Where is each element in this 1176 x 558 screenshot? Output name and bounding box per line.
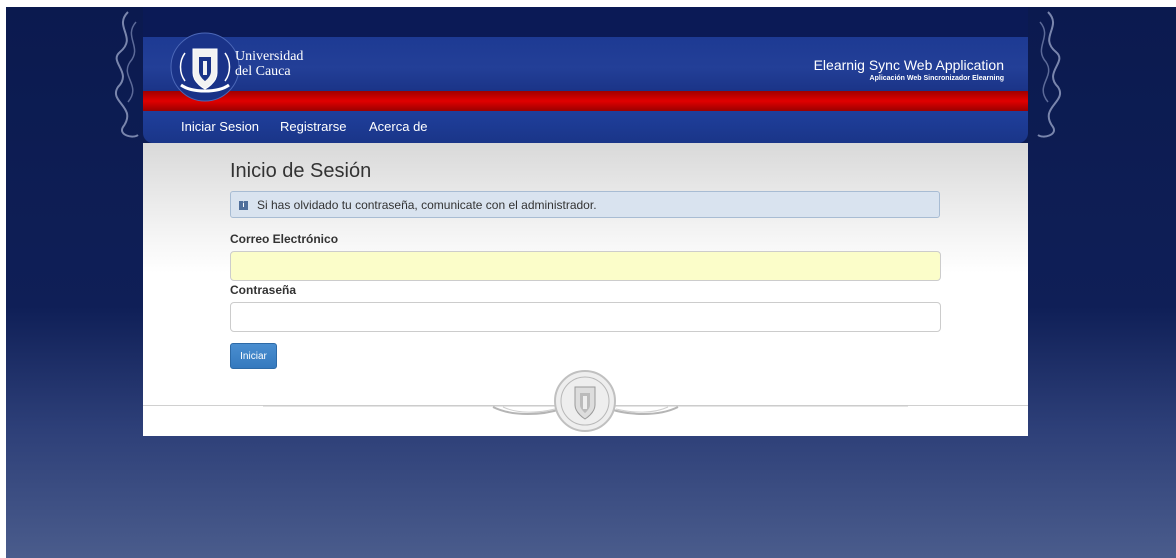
nav-acerca-de[interactable]: Acerca de <box>369 119 428 134</box>
university-name-line1: Universidad <box>235 49 304 64</box>
footer-left-wing-icon <box>263 405 563 415</box>
page-title: Inicio de Sesión <box>230 160 372 182</box>
app-subtitle: Aplicación Web Sincronizador Elearning <box>869 75 1004 82</box>
footer-right-wing-icon <box>608 405 908 415</box>
login-button[interactable]: Iniciar <box>230 343 277 369</box>
email-field[interactable] <box>230 251 941 281</box>
nav-iniciar-sesion[interactable]: Iniciar Sesion <box>181 119 259 134</box>
right-ornament-icon <box>1037 11 1061 138</box>
navbar: Iniciar Sesion Registrarse Acerca de <box>143 111 1028 143</box>
red-band <box>143 91 1028 111</box>
info-icon: i <box>239 201 248 210</box>
page-container: Universidad del Cauca Elearnig Sync Web … <box>143 7 1028 436</box>
password-field[interactable] <box>230 302 941 332</box>
login-content: Inicio de Sesión i Si has olvidado tu co… <box>143 143 1028 436</box>
university-seal-icon <box>554 370 616 432</box>
password-label: Contraseña <box>230 283 297 297</box>
left-ornament-icon <box>115 11 139 138</box>
university-name-line2: del Cauca <box>235 64 291 79</box>
nav-registrarse[interactable]: Registrarse <box>280 119 346 134</box>
alert-text: Si has olvidado tu contraseña, comunicat… <box>257 198 597 212</box>
email-label: Correo Electrónico <box>230 232 339 246</box>
header-top <box>143 7 1028 37</box>
app-title: Elearnig Sync Web Application <box>813 57 1004 73</box>
browser-viewport: Universidad del Cauca Elearnig Sync Web … <box>6 7 1176 558</box>
university-crest-icon <box>167 27 243 103</box>
info-alert: i Si has olvidado tu contraseña, comunic… <box>230 191 940 218</box>
university-name: Universidad del Cauca <box>235 49 303 79</box>
